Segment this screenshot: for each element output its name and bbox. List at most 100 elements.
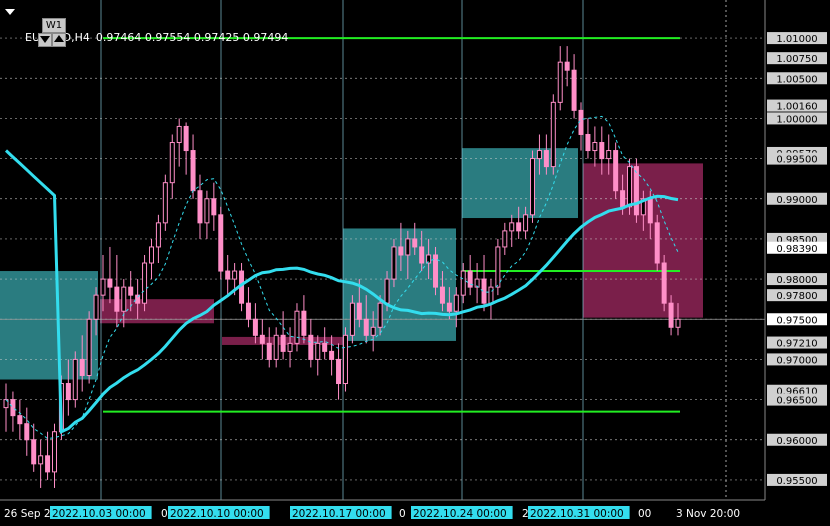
candlestick-chart[interactable]: 1.01000 1.00750 1.00500 1.001601.00000 0.995… — [0, 0, 830, 526]
candle-body-86 — [599, 142, 605, 160]
candle-body-9 — [65, 383, 71, 401]
candle-body-80 — [557, 61, 563, 103]
price-label-9: 0.98390 — [776, 244, 817, 255]
price-label-16: 0.96500 — [776, 396, 817, 407]
candle-body-58 — [405, 238, 411, 256]
candle-body-96 — [668, 302, 674, 328]
candle-body-64 — [446, 302, 452, 312]
price-label-0: 1.01000 — [776, 34, 817, 45]
candle-body-36 — [252, 318, 258, 336]
time-label-6: 2022.10.24 00:00 — [413, 508, 507, 520]
candle-body-14 — [100, 278, 106, 296]
candle-body-4 — [31, 439, 37, 465]
candle-body-55 — [384, 278, 390, 304]
supply-demand-zones — [0, 148, 703, 380]
timeframe-down-button[interactable] — [38, 33, 52, 47]
candle-body-38 — [266, 342, 272, 360]
candle-body-93 — [647, 198, 653, 224]
time-label-5: 0 — [399, 508, 406, 520]
time-label-4: 2022.10.17 00:00 — [292, 508, 386, 520]
candle-body-51 — [356, 302, 362, 320]
price-label-3: 1.00160 — [776, 102, 817, 113]
candle-body-59 — [412, 238, 418, 248]
time-label-9: 00 — [638, 508, 651, 520]
candle-body-15 — [107, 278, 113, 288]
time-axis: 26 Sep 2 2022.10.03 00:00 0 2022.10.10 00:0… — [0, 499, 765, 520]
timeframe-label[interactable]: W1 — [42, 18, 66, 33]
candle-body-54 — [377, 302, 383, 328]
candle-body-40 — [280, 334, 286, 352]
candle-body-18 — [128, 286, 134, 296]
candle-body-84 — [585, 133, 591, 152]
price-label-18: 0.95500 — [776, 476, 817, 487]
candle-body-28 — [197, 190, 203, 224]
price-label-7: 0.99000 — [776, 195, 817, 206]
price-label-6: 0.99500 — [776, 155, 817, 166]
candle-body-3 — [24, 423, 30, 441]
candle-body-32 — [225, 270, 231, 280]
zone-box-5 — [583, 163, 703, 318]
time-label-0: 26 Sep 2 — [4, 508, 51, 520]
price-label-4: 1.00000 — [776, 114, 817, 125]
candle-body-30 — [211, 198, 217, 216]
candle-body-20 — [142, 262, 148, 304]
time-label-1: 2022.10.03 00:00 — [52, 508, 146, 520]
candle-body-13 — [93, 294, 99, 320]
candle-body-31 — [218, 214, 224, 272]
candle-body-91 — [633, 166, 639, 216]
candle-body-46 — [322, 342, 328, 352]
candle-body-57 — [398, 246, 404, 256]
candle-body-41 — [287, 342, 293, 352]
collapse-triangle-icon[interactable] — [5, 9, 15, 15]
candle-body-45 — [315, 342, 321, 360]
candle-body-1 — [10, 399, 16, 417]
candle-body-89 — [620, 190, 626, 208]
candle-body-27 — [190, 150, 196, 192]
candle-body-82 — [571, 69, 577, 111]
candle-body-23 — [162, 182, 168, 224]
time-label-7: 2 — [522, 508, 529, 520]
candle-body-43 — [301, 310, 307, 336]
price-label-2: 1.00500 — [776, 74, 817, 85]
candle-body-70 — [488, 286, 494, 304]
candle-body-47 — [329, 350, 335, 360]
candle-body-16 — [114, 286, 120, 312]
candle-body-24 — [169, 142, 175, 184]
price-axis: 1.01000 1.00750 1.00500 1.001601.00000 0.995… — [764, 0, 827, 500]
time-label-3: 2022.10.10 00:00 — [170, 508, 264, 520]
candle-body-75 — [523, 214, 529, 232]
candle-body-11 — [79, 358, 85, 376]
candle-body-50 — [349, 302, 355, 336]
candle-body-71 — [495, 246, 501, 288]
candle-body-66 — [460, 270, 466, 296]
candle-body-94 — [654, 222, 660, 264]
price-label-11: 0.97800 — [776, 291, 817, 302]
candle-body-10 — [72, 358, 78, 401]
time-label-2: 0 — [161, 508, 168, 520]
candle-body-76 — [530, 158, 536, 216]
candle-body-2 — [17, 415, 23, 425]
candle-body-78 — [543, 150, 549, 168]
arrow-up-icon — [54, 35, 64, 42]
timeframe-up-button[interactable] — [52, 33, 66, 47]
candle-body-49 — [342, 334, 348, 385]
candle-body-81 — [564, 61, 570, 71]
candle-body-52 — [363, 318, 369, 336]
candle-body-95 — [661, 262, 667, 304]
candle-body-85 — [592, 142, 598, 152]
candle-body-26 — [183, 125, 189, 152]
candle-body-5 — [38, 455, 44, 465]
candle-body-83 — [578, 109, 584, 135]
candle-body-73 — [509, 222, 515, 232]
candle-body-25 — [176, 125, 182, 144]
candles — [3, 46, 681, 488]
candle-body-53 — [370, 326, 376, 336]
time-label-10: 3 Nov 20:00 — [676, 508, 740, 520]
price-label-13: 0.97210 — [776, 339, 817, 350]
candle-body-37 — [259, 334, 265, 344]
candle-body-35 — [245, 302, 251, 320]
ohlc-values: 0.97464 0.97554 0.97425 0.97494 — [95, 31, 289, 44]
candle-body-60 — [419, 246, 425, 264]
price-label-10: 0.98000 — [776, 275, 817, 286]
candle-body-44 — [308, 334, 314, 360]
